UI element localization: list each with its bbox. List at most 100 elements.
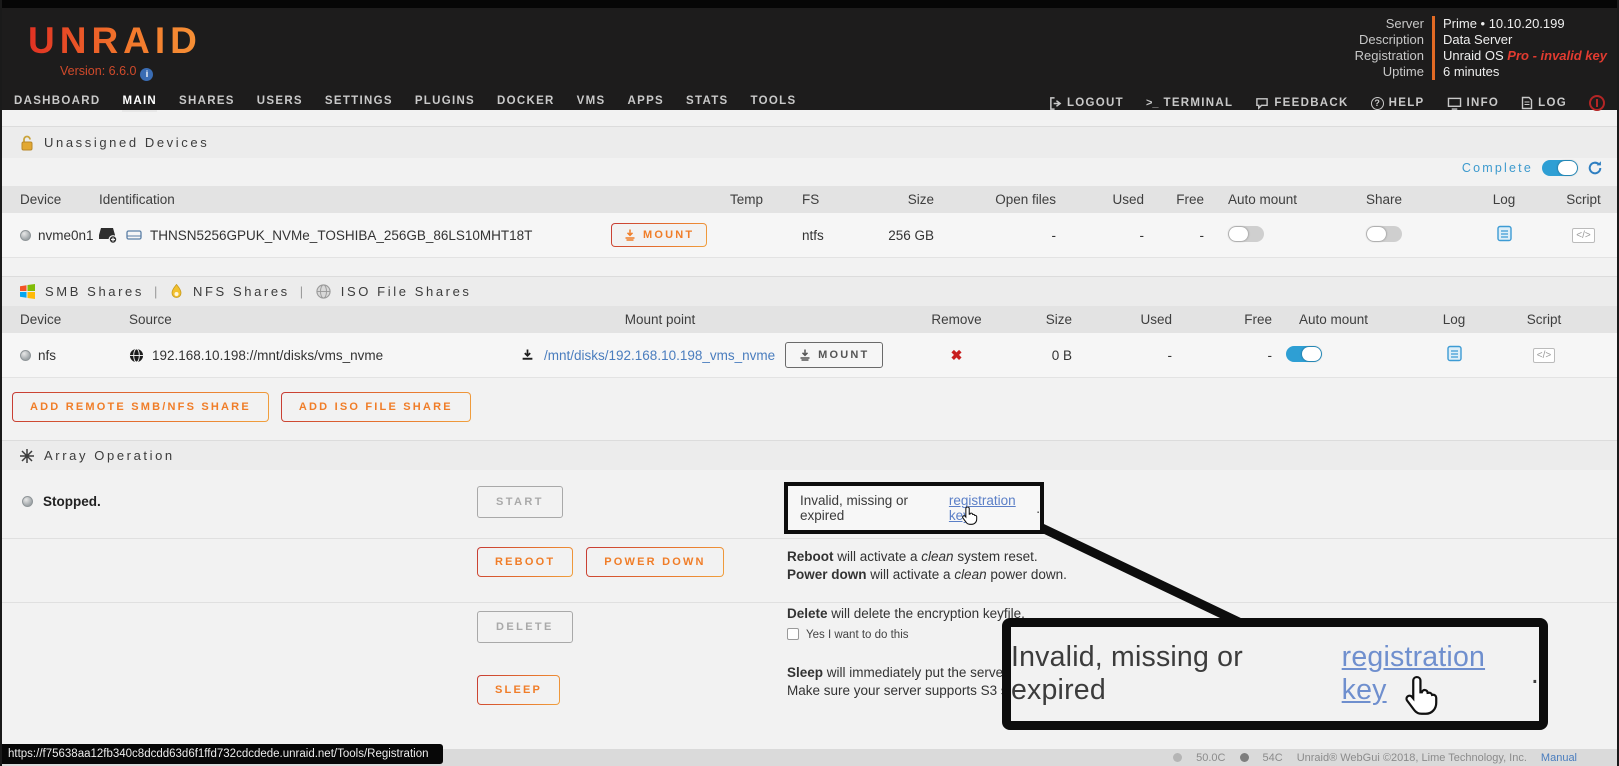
help-icon: ?	[1371, 97, 1384, 110]
auto-mount-toggle-share[interactable]	[1286, 346, 1322, 362]
array-operation-icon	[20, 449, 34, 463]
array-operation-section-header: Array Operation	[2, 440, 1617, 470]
share-script-icon[interactable]: </>	[1533, 348, 1555, 363]
unassigned-table-header: Device Identification Temp FS Size Open …	[2, 186, 1617, 213]
device-size: 256 GB	[844, 228, 936, 243]
nav-vms[interactable]: VMS	[577, 95, 606, 112]
start-button[interactable]: START	[477, 486, 563, 518]
reboot-button[interactable]: REBOOT	[477, 547, 573, 577]
complete-toggle[interactable]	[1542, 160, 1578, 176]
nfs-shares-tab[interactable]: NFS Shares	[193, 284, 290, 299]
add-iso-file-share-button[interactable]: ADD ISO FILE SHARE	[281, 392, 471, 422]
col-auto-mount: Auto mount	[1206, 192, 1346, 207]
footer-manual-link[interactable]: Manual	[1541, 752, 1577, 764]
col-remove: Remove	[909, 312, 1004, 327]
device-name[interactable]: nvme0n1	[38, 228, 94, 243]
info-button[interactable]: INFO	[1447, 97, 1500, 110]
col-free: Free	[1174, 312, 1274, 327]
col-size: Size	[844, 192, 936, 207]
temp-dot-1	[1173, 753, 1182, 762]
device-status-dot	[20, 230, 31, 241]
share-toggle[interactable]	[1366, 226, 1402, 242]
logout-button[interactable]: LOGOUT	[1049, 97, 1124, 110]
col-open-files: Open files	[936, 192, 1058, 207]
unraid-main-page: { "header": { "logo": "UNRAID", "version…	[0, 0, 1619, 766]
share-device-name[interactable]: nfs	[38, 348, 56, 363]
col-auto-mount: Auto mount	[1274, 312, 1394, 327]
nav-settings[interactable]: SETTINGS	[325, 95, 393, 112]
alert-power-icon[interactable]	[1589, 95, 1605, 111]
feedback-icon	[1255, 97, 1269, 110]
power-down-button[interactable]: POWER DOWN	[586, 547, 723, 577]
footer-copyright: Unraid® WebGui ©2018, Lime Technology, I…	[1297, 752, 1527, 764]
nav-dashboard[interactable]: DASHBOARD	[14, 95, 100, 112]
iso-file-shares-tab[interactable]: ISO File Shares	[341, 284, 472, 299]
iso-file-shares-icon	[316, 284, 331, 299]
col-device: Device	[2, 312, 127, 327]
nav-tools[interactable]: TOOLS	[751, 95, 797, 112]
help-button[interactable]: ? HELP	[1371, 97, 1425, 110]
share-size: 0 B	[1004, 348, 1074, 363]
sleep-button[interactable]: SLEEP	[477, 675, 560, 705]
globe-icon	[129, 348, 144, 363]
terminal-button[interactable]: >_ TERMINAL	[1146, 97, 1233, 109]
share-used: -	[1074, 348, 1174, 363]
main-nav: DASHBOARD MAIN SHARES USERS SETTINGS PLU…	[2, 88, 1617, 118]
browser-status-bar: https://f75638aa12fb340c8dcdd63d6f1ffd73…	[2, 744, 443, 764]
unlocked-padlock-icon	[20, 135, 34, 151]
registration-invalid-key: Pro - invalid key	[1507, 48, 1607, 63]
smb-shares-tab[interactable]: SMB Shares	[45, 284, 144, 299]
feedback-button[interactable]: FEEDBACK	[1255, 97, 1348, 110]
nav-plugins[interactable]: PLUGINS	[415, 95, 475, 112]
nav-users[interactable]: USERS	[257, 95, 303, 112]
add-drive-icon[interactable]	[99, 226, 118, 244]
version-info-icon[interactable]: i	[140, 68, 153, 81]
hand-cursor-icon-large	[1403, 675, 1439, 717]
col-log: Log	[1394, 312, 1514, 327]
info-icon	[1447, 97, 1462, 110]
terminal-icon: >_	[1146, 97, 1159, 109]
footer-temp-2: 54C	[1263, 752, 1283, 764]
server-value: Prime • 10.10.20.199	[1443, 16, 1607, 32]
col-free: Free	[1146, 192, 1206, 207]
device-used: -	[1058, 228, 1146, 243]
mount-button-unassigned[interactable]: MOUNT	[611, 223, 707, 247]
nav-stats[interactable]: STATS	[686, 95, 729, 112]
col-mount-point: Mount point	[519, 312, 909, 327]
mount-point-link[interactable]: /mnt/disks/192.168.10.198_vms_nvme	[544, 348, 775, 363]
header: UNRAID Version: 6.6.0i Server Descriptio…	[2, 0, 1617, 110]
mount-icon	[799, 349, 811, 361]
delete-confirm-label: Yes I want to do this	[806, 629, 909, 641]
auto-mount-toggle-unassigned[interactable]	[1228, 226, 1264, 242]
add-remote-smb-nfs-share-button[interactable]: ADD REMOTE SMB/NFS SHARE	[12, 392, 269, 422]
delete-confirm-checkbox[interactable]	[787, 628, 799, 640]
share-free: -	[1174, 348, 1274, 363]
section-title: Unassigned Devices	[44, 135, 209, 150]
smb-windows-icon	[20, 284, 35, 299]
share-actions: ADD REMOTE SMB/NFS SHARE ADD ISO FILE SH…	[12, 392, 471, 422]
nav-main[interactable]: MAIN	[122, 95, 157, 112]
device-free: -	[1146, 228, 1206, 243]
device-identification[interactable]: THNSN5256GPUK_NVMe_TOSHIBA_256GB_86LS10M…	[150, 228, 532, 243]
delete-button[interactable]: DELETE	[477, 611, 573, 643]
complete-toggle-row: Complete	[1462, 160, 1603, 176]
nav-docker[interactable]: DOCKER	[497, 95, 555, 112]
col-source: Source	[127, 312, 519, 327]
device-script-icon[interactable]: </>	[1572, 228, 1594, 243]
nfs-shares-icon	[170, 284, 183, 299]
registration-message-callout: Invalid, missing or expired registration…	[1002, 618, 1548, 730]
section-title: Array Operation	[44, 448, 175, 463]
description-value: Data Server	[1443, 32, 1607, 48]
nav-apps[interactable]: APPS	[628, 95, 665, 112]
mount-button-share[interactable]: MOUNT	[785, 342, 883, 368]
remove-share-button[interactable]: ✖	[951, 347, 963, 363]
reboot-description: Reboot will activate a clean system rese…	[787, 548, 1067, 583]
col-fs: FS	[784, 192, 844, 207]
refresh-icon[interactable]	[1587, 160, 1603, 176]
log-button[interactable]: LOG	[1521, 96, 1567, 110]
share-log-icon[interactable]	[1446, 345, 1463, 362]
server-info-panel: Server Description Registration Uptime P…	[1355, 16, 1607, 80]
nav-shares[interactable]: SHARES	[179, 95, 235, 112]
device-log-icon[interactable]	[1496, 225, 1513, 242]
sleep-description: Sleep will immediately put the server in…	[787, 664, 1026, 699]
